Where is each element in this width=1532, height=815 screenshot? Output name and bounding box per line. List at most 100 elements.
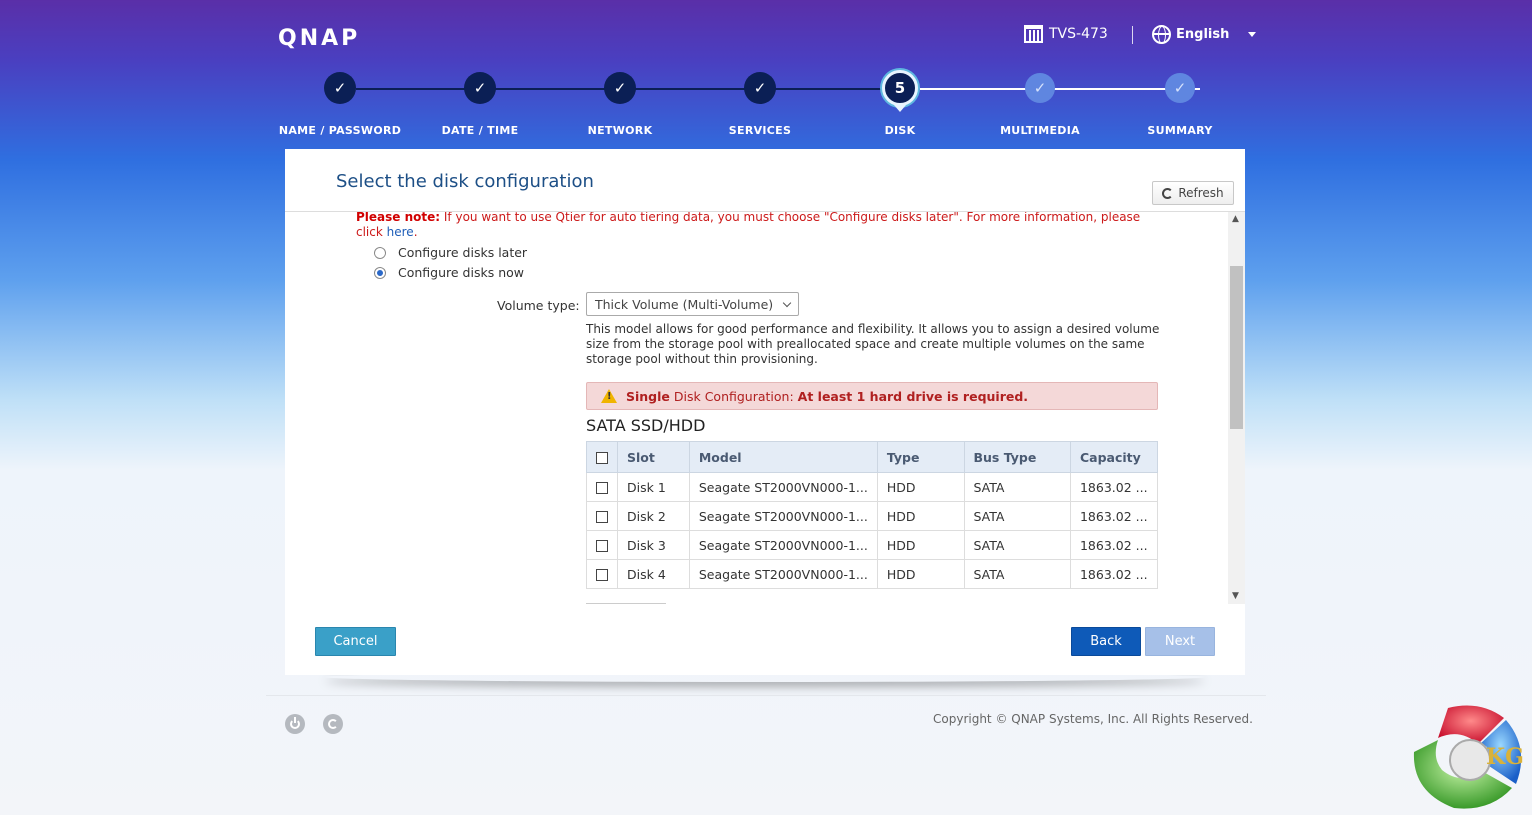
device-model-label: TVS-473 [1049,26,1108,42]
slot-cell: Disk 4 [617,559,690,589]
scroll-down-icon[interactable]: ▼ [1232,591,1239,601]
column-header-capacity[interactable]: Capacity [1069,441,1159,473]
cancel-button[interactable]: Cancel [315,627,396,656]
slot-cell: Disk 3 [617,530,690,560]
next-button[interactable]: Next [1145,627,1215,656]
row-checkbox[interactable] [596,482,608,494]
refresh-icon [1162,187,1174,199]
nas-icon [1024,25,1043,43]
back-button[interactable]: Back [1071,627,1141,656]
step-label: NAME / PASSWORD [278,124,402,137]
qnap-logo: QNAP [278,26,361,51]
language-selector[interactable]: English [1152,25,1257,44]
volume-type-select[interactable]: Thick Volume (Multi-Volume) [586,292,799,316]
scrollbar-thumb[interactable] [1230,266,1243,429]
content-scroll-area[interactable]: Please note: If you want to use Qtier fo… [285,212,1228,604]
globe-icon [1152,25,1171,44]
footer-divider [266,695,1266,696]
check-icon: ✓ [464,72,496,104]
select-all-cell[interactable] [586,441,618,473]
bus-cell: SATA [963,530,1071,560]
warning-strong: At least 1 hard drive is required. [797,388,1029,404]
copyright-text: Copyright © QNAP Systems, Inc. All Right… [933,712,1253,726]
restart-icon[interactable] [323,714,343,734]
table-row[interactable]: Disk 1 Seagate ST2000VN000-1... HDD SATA… [586,472,1159,502]
table-row[interactable]: Disk 4 Seagate ST2000VN000-1... HDD SATA… [586,559,1159,589]
step-number: 5 [882,70,918,112]
kg-watermark-logo: KG [1413,705,1524,809]
here-link[interactable]: here [387,225,414,239]
table-footer-line [586,603,666,604]
warning-prefix: Single [626,388,670,404]
row-checkbox[interactable] [596,569,608,581]
column-header-bus-type[interactable]: Bus Type [963,441,1071,473]
column-header-model[interactable]: Model [688,441,878,473]
type-cell: HDD [876,501,965,531]
check-icon: ✓ [604,72,636,104]
warning-middle: Disk Configuration: [669,388,798,404]
model-cell: Seagate ST2000VN000-1... [688,530,878,560]
radio-label: Configure disks now [398,265,524,280]
refresh-button[interactable]: Refresh [1152,181,1234,205]
radio-configure-now[interactable]: Configure disks now [374,265,524,280]
capacity-cell: 1863.02 ... [1069,559,1159,589]
note-text: If you want to use Qtier for auto tierin… [356,212,1141,239]
model-cell: Seagate ST2000VN000-1... [688,472,878,502]
disk-warning-banner: Single Disk Configuration: At least 1 ha… [586,382,1158,410]
table-row[interactable]: Disk 3 Seagate ST2000VN000-1... HDD SATA… [586,530,1159,560]
power-icon[interactable] [285,714,305,734]
restart-glyph [328,719,338,729]
device-model: TVS-473 [1024,25,1108,43]
radio-label: Configure disks later [398,245,528,260]
check-icon: ✓ [744,72,776,104]
radio-button-selected[interactable] [374,266,386,279]
step-label: SUMMARY [1147,124,1213,137]
capacity-cell: 1863.02 ... [1069,501,1159,531]
type-cell: HDD [876,472,965,502]
step-label: DISK [884,124,916,137]
row-select-cell[interactable] [586,530,618,560]
wizard-panel: Select the disk configuration Refresh Pl… [285,149,1245,675]
step-multimedia: ✓ MULTIMEDIA [970,72,1110,137]
volume-type-value: Thick Volume (Multi-Volume) [595,297,774,312]
disk-table: Slot Model Type Bus Type Capacity Disk 1… [586,441,1159,589]
step-disk: 5 DISK [830,70,970,137]
scroll-up-icon[interactable]: ▲ [1232,214,1239,224]
refresh-label: Refresh [1178,186,1224,200]
step-services: ✓ SERVICES [690,72,830,137]
row-select-cell[interactable] [586,501,618,531]
header-divider [1132,26,1133,44]
step-label: DATE / TIME [441,124,519,137]
table-row[interactable]: Disk 2 Seagate ST2000VN000-1... HDD SATA… [586,501,1159,531]
step-network: ✓ NETWORK [550,72,690,137]
language-label: English [1176,27,1230,42]
volume-type-description: This model allows for good performance a… [586,322,1160,366]
step-label: SERVICES [728,124,792,137]
row-checkbox[interactable] [596,540,608,552]
radio-button[interactable] [374,246,386,259]
wizard-stepper: ✓ NAME / PASSWORD ✓ DATE / TIME ✓ NETWOR… [270,70,1250,142]
note-end: . [413,225,418,239]
chevron-down-icon [1248,32,1257,37]
bus-cell: SATA [963,559,1071,589]
bus-cell: SATA [963,472,1071,502]
step-name-password: ✓ NAME / PASSWORD [270,72,410,137]
vertical-scrollbar[interactable]: ▲ ▼ [1228,212,1245,604]
type-cell: HDD [876,530,965,560]
column-header-slot[interactable]: Slot [617,441,690,473]
model-cell: Seagate ST2000VN000-1... [688,501,878,531]
type-cell: HDD [876,559,965,589]
slot-cell: Disk 2 [617,501,690,531]
panel-title: Select the disk configuration [336,171,594,192]
step-summary: ✓ SUMMARY [1110,72,1250,137]
row-select-cell[interactable] [586,559,618,589]
radio-configure-later[interactable]: Configure disks later [374,245,527,260]
select-all-checkbox[interactable] [596,452,608,464]
warning-icon [601,389,617,403]
column-header-type[interactable]: Type [876,441,965,473]
row-select-cell[interactable] [586,472,618,502]
check-icon: ✓ [324,72,356,104]
volume-type-label: Volume type: [497,298,580,313]
qtier-note: Please note: If you want to use Qtier fo… [356,212,1146,240]
row-checkbox[interactable] [596,511,608,523]
